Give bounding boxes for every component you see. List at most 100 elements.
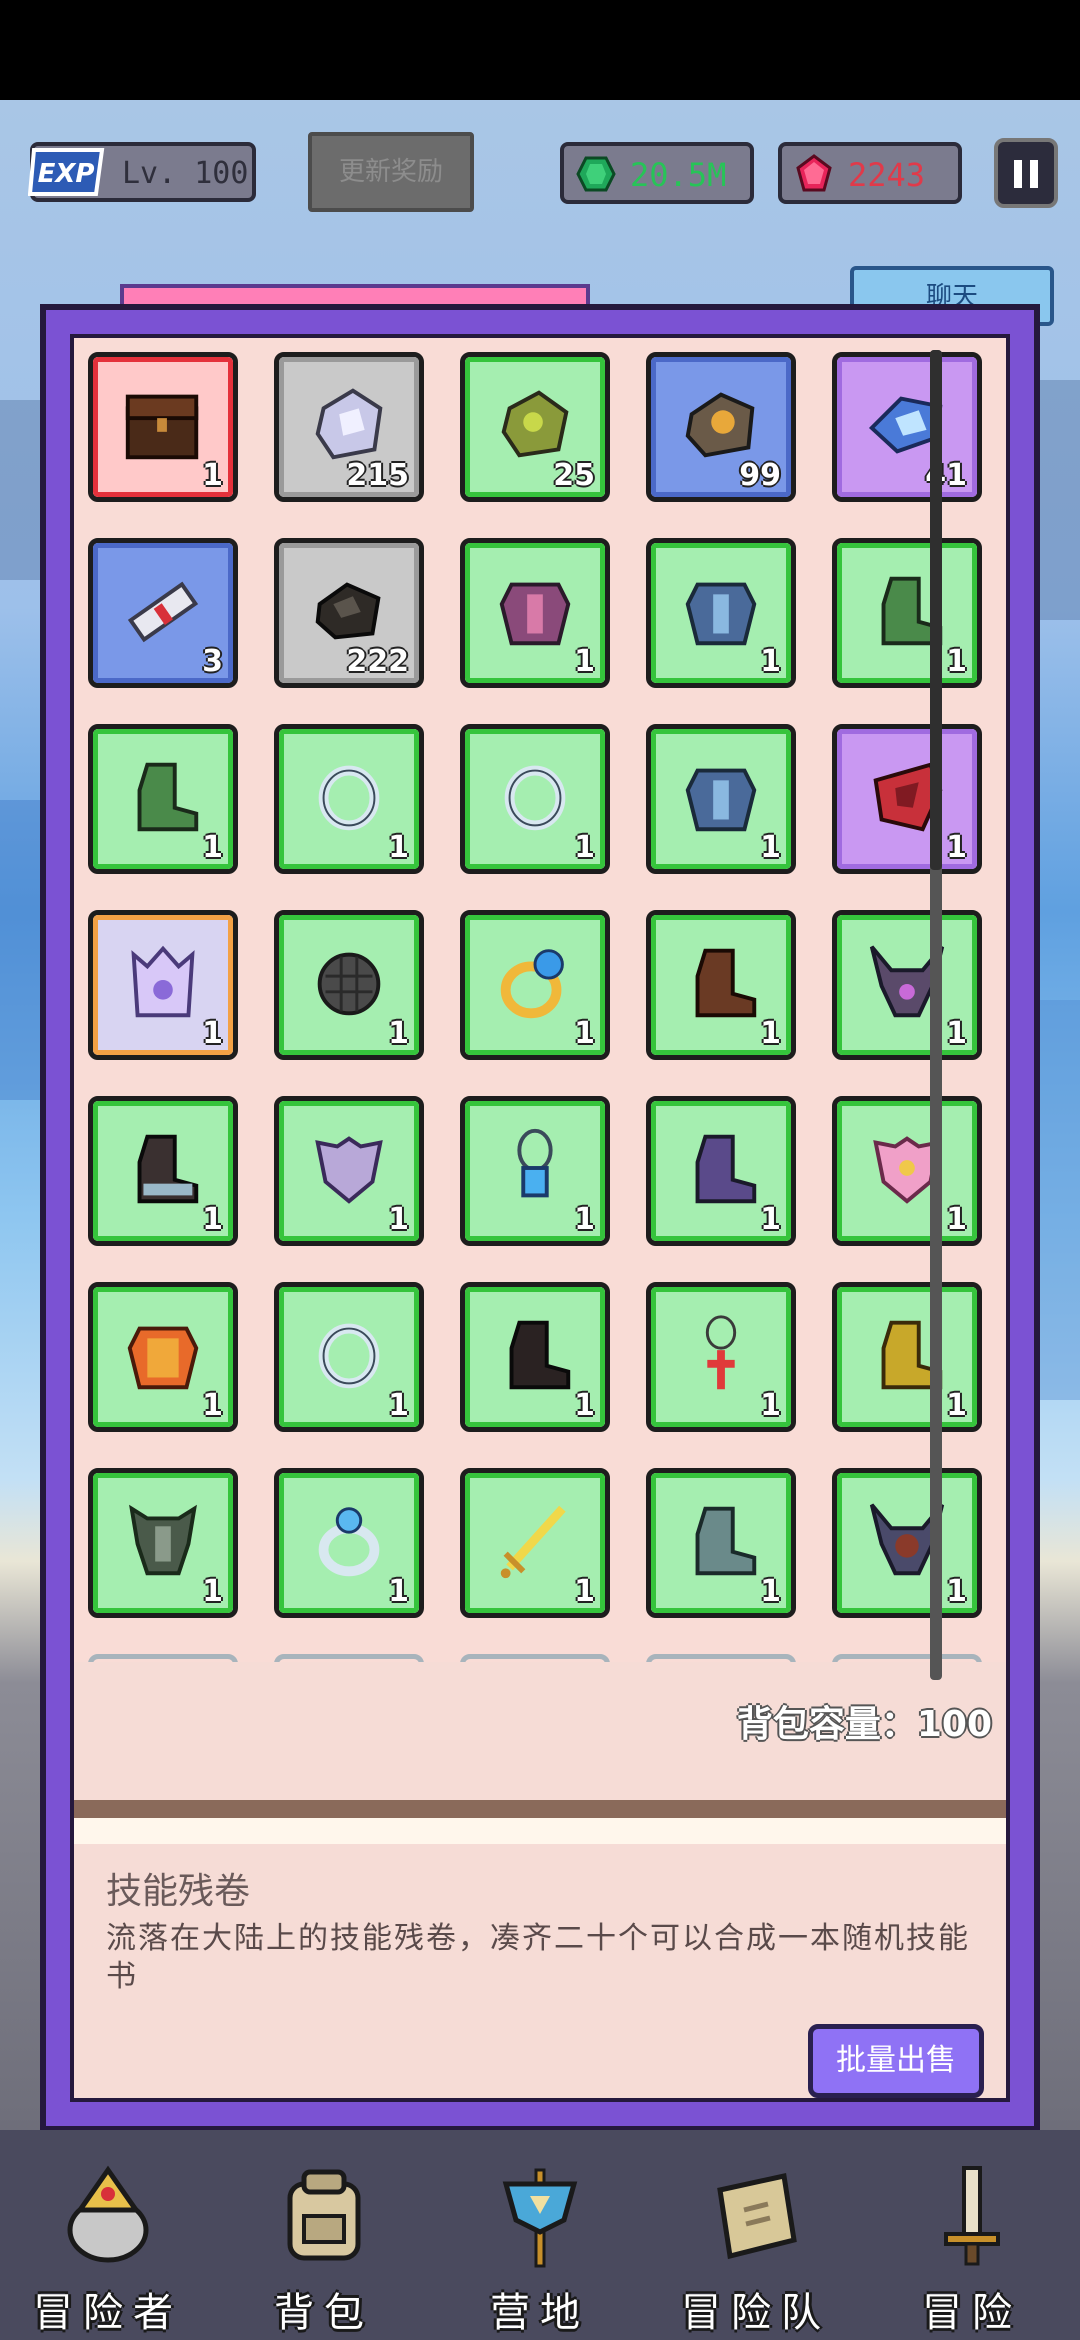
inventory-grid[interactable]: 1 215 25 99 41 3 222 1 1 1 1 1 1 1 1 1 1 1 1 1 1 1 1 1 1 1 1 1 1 1 1 1 1… <box>74 338 1006 1662</box>
inventory-slot[interactable]: 1 <box>646 1096 796 1246</box>
blue-armor-icon <box>685 768 757 832</box>
inventory-slot[interactable]: 41 <box>832 352 982 502</box>
pause-icon <box>1014 160 1022 188</box>
inventory-slot[interactable]: 1 <box>460 1096 610 1246</box>
player-level: Lv. 100 <box>122 156 249 191</box>
exp-level-display: EXP Lv. 100 <box>28 142 256 202</box>
fire-armor-icon <box>127 1326 199 1390</box>
nav-item-team[interactable]: 冒险队 <box>648 2130 864 2340</box>
nav-item-camp[interactable]: 营地 <box>432 2130 648 2340</box>
inventory-slot[interactable]: 1 <box>460 724 610 874</box>
item-count: 1 <box>388 1388 409 1423</box>
item-count: 1 <box>760 644 781 679</box>
item-count: 1 <box>202 1202 223 1237</box>
crown-armor-icon <box>131 945 195 1018</box>
inventory-slot[interactable]: 1 <box>646 1282 796 1432</box>
inventory-slot[interactable]: 99 <box>646 352 796 502</box>
inventory-slot[interactable]: 1 <box>274 1282 424 1432</box>
item-detail-title: 技能残卷 <box>106 1871 251 1912</box>
silver-chestplate-icon <box>315 1136 383 1204</box>
inventory-slot[interactable] <box>274 1654 424 1662</box>
inventory-slot[interactable]: 1 <box>274 910 424 1060</box>
inventory-slot[interactable]: 1 <box>460 1282 610 1432</box>
coal-ore-icon <box>315 582 381 640</box>
item-count: 1 <box>760 1388 781 1423</box>
nav-item-label: 营地 <box>490 2290 590 2336</box>
item-count: 1 <box>760 1202 781 1237</box>
dark-boots-icon <box>137 1134 199 1204</box>
item-count: 25 <box>553 458 595 493</box>
item-count: 1 <box>946 1388 967 1423</box>
nav-item-adventure[interactable]: 冒险 <box>864 2130 1080 2340</box>
inventory-slot[interactable]: 1 <box>274 1096 424 1246</box>
svg-text:EXP: EXP <box>38 159 95 189</box>
inventory-slot[interactable]: 1 <box>646 910 796 1060</box>
inventory-slot[interactable]: 1 <box>88 1282 238 1432</box>
item-count: 3 <box>202 644 223 679</box>
silver-ring-icon <box>318 1323 380 1389</box>
cross-necklace-icon <box>705 1315 737 1390</box>
pause-button[interactable] <box>994 138 1058 208</box>
treasure-chest-icon <box>125 394 199 460</box>
inventory-slot[interactable]: 1 <box>88 1096 238 1246</box>
nav-item-backpack[interactable]: 背包 <box>216 2130 432 2340</box>
inventory-slot[interactable]: 25 <box>460 352 610 502</box>
inventory-scrollbar-thumb[interactable] <box>930 350 942 870</box>
inventory-slot[interactable]: 1 <box>646 724 796 874</box>
inventory-slot[interactable] <box>88 1654 238 1662</box>
exp-badge-icon: EXP <box>28 148 105 196</box>
inventory-panel: 1 215 25 99 41 3 222 1 1 1 1 1 1 1 1 1 1 1 1 1 1 1 1 1 1 1 1 1 1 1 1 1 1… <box>40 304 1040 2132</box>
silver-ring-icon <box>504 765 566 831</box>
inventory-slot[interactable]: 1 <box>460 910 610 1060</box>
sapphire-necklace-icon <box>517 1128 553 1198</box>
item-count: 1 <box>388 1202 409 1237</box>
inventory-slot[interactable]: 1 <box>460 1468 610 1618</box>
inventory-slot[interactable]: 215 <box>274 352 424 502</box>
item-detail-description: 流落在大陆上的技能残卷，凑齐二十个可以合成一本随机技能书 <box>106 1921 970 1994</box>
inventory-slot[interactable]: 1 <box>832 1468 982 1618</box>
inventory-slot[interactable]: 222 <box>274 538 424 688</box>
inventory-slot[interactable] <box>832 1654 982 1662</box>
inventory-slot[interactable]: 1 <box>832 724 982 874</box>
inventory-slot[interactable] <box>646 1654 796 1662</box>
item-count: 1 <box>946 1574 967 1609</box>
update-reward-button[interactable]: 更新奖励 <box>308 132 474 212</box>
inventory-slot[interactable]: 1 <box>88 724 238 874</box>
inventory-slot[interactable]: 1 <box>832 538 982 688</box>
silver-ring-icon <box>318 765 380 831</box>
inventory-slot[interactable]: 1 <box>274 1468 424 1618</box>
item-count: 99 <box>739 458 781 493</box>
emerald-icon <box>576 156 616 192</box>
backpack-icon <box>287 2169 361 2261</box>
item-count: 1 <box>388 1574 409 1609</box>
inventory-capacity: 背包容量：100 <box>736 1704 992 1745</box>
item-count: 1 <box>202 458 223 493</box>
bulk-sell-button[interactable]: 批量出售 <box>808 2024 984 2098</box>
inventory-slot[interactable]: 1 <box>832 1096 982 1246</box>
item-count: 1 <box>574 644 595 679</box>
inventory-slot[interactable] <box>460 1654 610 1662</box>
item-count: 1 <box>946 830 967 865</box>
green-armor-icon <box>129 1504 197 1576</box>
inventory-slot[interactable]: 1 <box>88 352 238 502</box>
sword-icon <box>944 2166 1000 2266</box>
green-ore-icon <box>501 390 569 458</box>
item-count: 1 <box>574 830 595 865</box>
golden-sword-icon <box>500 1505 566 1579</box>
inventory-slot[interactable]: 1 <box>460 538 610 688</box>
item-count: 1 <box>202 1388 223 1423</box>
skill-scroll-icon <box>127 581 199 643</box>
inventory-panel-inner: 1 215 25 99 41 3 222 1 1 1 1 1 1 1 1 1 1 1 1 1 1 1 1 1 1 1 1 1 1 1 1 1 1… <box>70 334 1010 2102</box>
item-count: 1 <box>760 1016 781 1051</box>
inventory-slot[interactable]: 1 <box>832 1282 982 1432</box>
inventory-slot[interactable]: 1 <box>88 1468 238 1618</box>
inventory-slot[interactable]: 1 <box>646 538 796 688</box>
nav-item-adventurer[interactable]: 冒险者 <box>0 2130 216 2340</box>
nav-item-label: 背包 <box>274 2290 374 2336</box>
inventory-slot[interactable]: 3 <box>88 538 238 688</box>
camp-banner-icon <box>502 2168 578 2268</box>
inventory-slot[interactable]: 1 <box>274 724 424 874</box>
inventory-slot[interactable]: 1 <box>646 1468 796 1618</box>
inventory-slot[interactable]: 1 <box>88 910 238 1060</box>
inventory-slot[interactable]: 1 <box>832 910 982 1060</box>
